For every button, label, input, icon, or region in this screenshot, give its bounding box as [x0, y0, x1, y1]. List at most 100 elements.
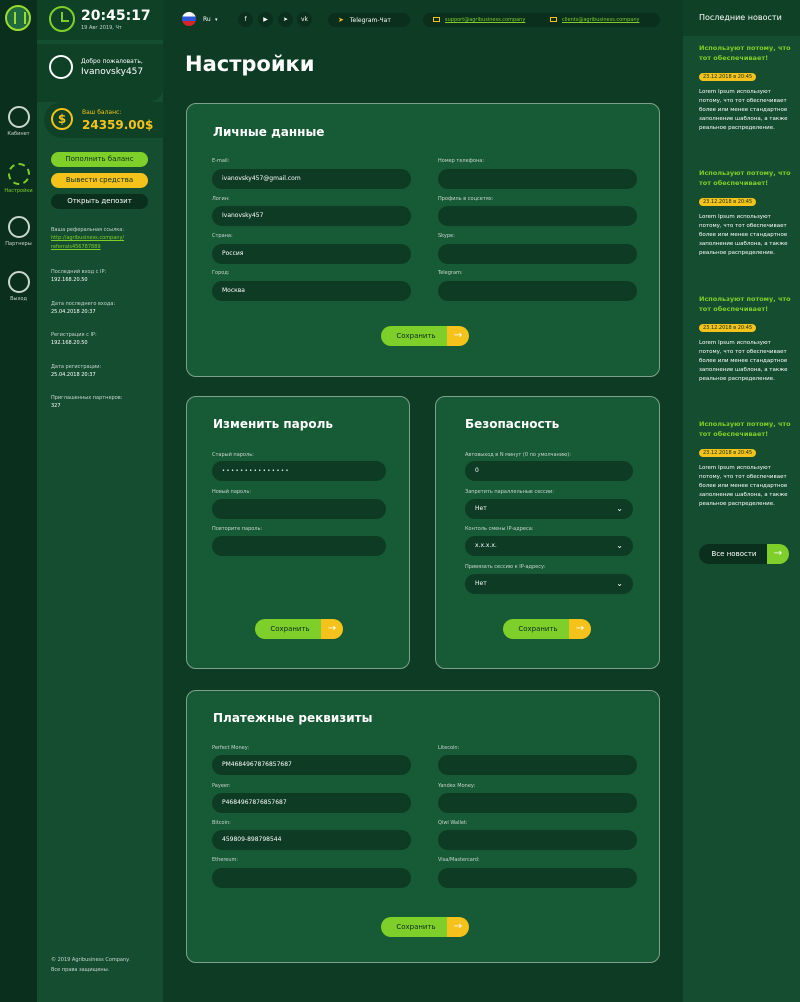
ethereum-input[interactable] [212, 868, 411, 888]
news-item[interactable]: Используют потому, что тот обеспечивает!… [699, 419, 794, 509]
last-ip-label: Последний вход с IP: [51, 269, 107, 275]
partners-label: Приглашенных партнеров: [51, 395, 123, 401]
security-save-button[interactable]: Сохранить → [503, 619, 591, 639]
news-item-date: 23.12.2018 в 20:45 [699, 449, 757, 457]
perfect-money-input[interactable]: PM4684967876857687 [212, 755, 411, 775]
visa-label: Visa/Mastercard: [438, 857, 480, 863]
news-item[interactable]: Используют потому, что тот обеспечивает!… [699, 43, 794, 133]
chevron-down-icon: ⌄ [616, 541, 623, 550]
clients-email-link[interactable]: clients@agribusiness.company [562, 13, 639, 27]
change-password-card: Изменить пароль Старый пароль: • • • • •… [186, 396, 410, 669]
telegram-chat-button[interactable]: ➤ Telegram-Чат [328, 13, 410, 27]
telegram-plane-icon: ➤ [338, 16, 344, 24]
arrow-right-icon: → [569, 619, 591, 639]
logo-icon[interactable] [5, 5, 31, 31]
partners-block: Приглашенных партнеров: 327 [51, 394, 156, 409]
news-item[interactable]: Используют потому, что тот обеспечивает!… [699, 168, 794, 258]
qiwi-label: Qiwi Wallet: [438, 820, 468, 826]
email-label: E-mail: [212, 158, 230, 164]
partners-value: 327 [51, 403, 61, 409]
telegram-icon[interactable]: ➤ [278, 12, 293, 27]
nav-logout-label: Выход [10, 296, 27, 302]
social-profile-input[interactable] [438, 206, 637, 226]
yandex-money-input[interactable] [438, 793, 637, 813]
nav-partners[interactable]: Партнеры [0, 216, 37, 247]
visa-input[interactable] [438, 868, 637, 888]
referral-link-2[interactable]: referrals456787889 [51, 243, 156, 252]
payments-save-button[interactable]: Сохранить → [381, 917, 469, 937]
gear-icon [7, 163, 30, 185]
news-item[interactable]: Используют потому, что тот обеспечивает!… [699, 294, 794, 384]
partners-icon [7, 216, 30, 238]
russia-flag-icon[interactable] [182, 12, 196, 26]
password-save-button[interactable]: Сохранить → [255, 619, 343, 639]
nav-logout[interactable]: Выход [0, 271, 37, 302]
phone-input[interactable] [438, 169, 637, 189]
personal-save-button[interactable]: Сохранить → [381, 326, 469, 346]
user-panel: Добро пожаловать, Ivanovsky457 [37, 44, 163, 102]
ip-change-select[interactable]: x.x.x.x. ⌄ [465, 536, 633, 556]
news-item-title[interactable]: Используют потому, что тот обеспечивает! [699, 294, 794, 314]
nav-settings[interactable]: Настройки [0, 163, 37, 194]
payment-details-title: Платежные реквизиты [213, 711, 373, 725]
qiwi-input[interactable] [438, 830, 637, 850]
news-item-title[interactable]: Используют потому, что тот обеспечивает! [699, 43, 794, 63]
save-label: Сохранить [381, 917, 451, 937]
personal-data-card: Личные данные E-mail: ivanovsky457@gmail… [186, 103, 660, 377]
nav-cabinet-label: Кабинет [7, 131, 30, 137]
litecoin-input[interactable] [438, 755, 637, 775]
arrow-right-icon: → [321, 619, 343, 639]
login-input[interactable]: Ivanovsky457 [212, 206, 411, 226]
open-deposit-button[interactable]: Открыть депозит [51, 194, 148, 209]
news-item-date: 23.12.2018 в 20:45 [699, 198, 757, 206]
city-input[interactable]: Москва [212, 281, 411, 301]
language-select[interactable]: Ru [203, 16, 211, 23]
avatar[interactable] [49, 55, 73, 79]
arrow-right-icon: → [767, 544, 789, 564]
copyright-line-1: © 2019 Agribusiness Company. [51, 957, 130, 963]
litecoin-label: Litecoin: [438, 745, 460, 751]
save-label: Сохранить [255, 619, 325, 639]
withdraw-button[interactable]: Вывести средства [51, 173, 148, 188]
logout-icon [7, 271, 30, 293]
last-ip-block: Последний вход с IP: 192.168.20.50 [51, 268, 156, 283]
top-up-button[interactable]: Пополнить баланс [51, 152, 148, 167]
new-password-input[interactable] [212, 499, 386, 519]
arrow-right-icon: → [447, 326, 469, 346]
welcome-text: Добро пожаловать, [81, 58, 143, 65]
facebook-icon[interactable]: f [238, 12, 253, 27]
bind-ip-select[interactable]: Нет ⌄ [465, 574, 633, 594]
all-news-button[interactable]: Все новости → [699, 544, 789, 564]
emails-box: support@agribusiness.company clients@agr… [423, 13, 660, 27]
old-password-input[interactable]: • • • • • • • • • • • • • • • [212, 461, 386, 481]
last-date-block: Дата последнего входа: 25.04.2018 20:37 [51, 300, 156, 315]
news-item-title[interactable]: Используют потому, что тот обеспечивает! [699, 168, 794, 188]
news-item-text: Lorem Ipsum используют потому, что тот о… [699, 465, 788, 507]
sidebar [37, 0, 163, 1002]
email-input[interactable]: ivanovsky457@gmail.com [212, 169, 411, 189]
youtube-icon[interactable]: ▶ [258, 12, 273, 27]
vk-icon[interactable]: vk [297, 12, 312, 27]
personal-data-title: Личные данные [213, 125, 325, 139]
clock-panel: 20:45:17 19 Авг 2019, Чт [37, 0, 163, 40]
support-email-link[interactable]: support@agribusiness.company [445, 13, 525, 27]
security-title: Безопасность [465, 417, 560, 431]
payeer-input[interactable]: P4684967876857687 [212, 793, 411, 813]
bitcoin-input[interactable]: 459809-898798544 [212, 830, 411, 850]
reg-date-label: Дата регистрации: [51, 364, 102, 370]
icon-rail: Кабинет Настройки Партнеры Выход [0, 0, 37, 1002]
autologout-input[interactable]: 0 [465, 461, 633, 481]
referral-link-1[interactable]: http://agribusiness.company/ [51, 234, 156, 243]
repeat-password-input[interactable] [212, 536, 386, 556]
parallel-sessions-select[interactable]: Нет ⌄ [465, 499, 633, 519]
payment-details-card: Платежные реквизиты Perfect Money: PM468… [186, 690, 660, 963]
chevron-down-icon: ⌄ [616, 579, 623, 588]
parallel-sessions-label: Запретить параллельные сессии: [465, 489, 554, 495]
telegram-input[interactable] [438, 281, 637, 301]
country-input[interactable]: Россия [212, 244, 411, 264]
autologout-label: Автовыход в N минут (0 по умолчанию): [465, 452, 571, 458]
news-item-title[interactable]: Используют потому, что тот обеспечивает! [699, 419, 794, 439]
skype-input[interactable] [438, 244, 637, 264]
nav-cabinet[interactable]: Кабинет [0, 106, 37, 137]
all-news-label: Все новости [699, 544, 769, 564]
